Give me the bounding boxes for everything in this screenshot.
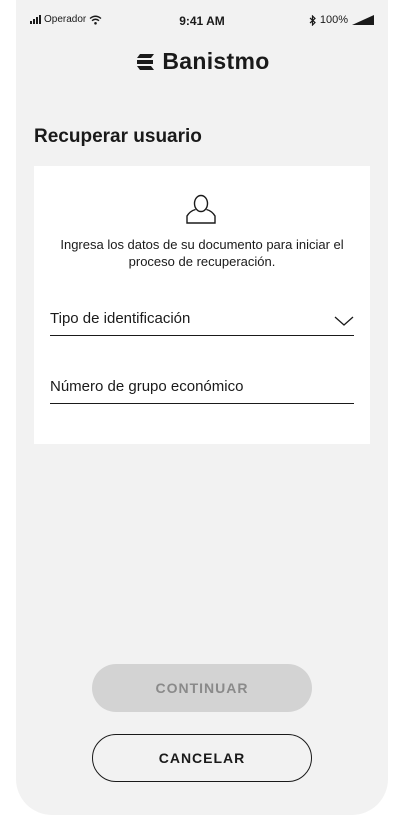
battery-icon bbox=[352, 15, 374, 25]
chevron-down-icon bbox=[334, 316, 354, 326]
page-title: Recuperar usuario bbox=[34, 126, 202, 147]
cancel-button[interactable]: CANCELAR bbox=[92, 734, 312, 782]
user-icon bbox=[186, 194, 216, 224]
bluetooth-icon bbox=[309, 14, 316, 26]
status-bar: Operador 9:41 AM 100% bbox=[16, 0, 388, 30]
battery-label: 100% bbox=[319, 14, 348, 26]
recovery-form-card: Ingresa los datos de su documento para i… bbox=[34, 166, 370, 444]
brand-name: Banistmo bbox=[162, 48, 270, 74]
id-type-label: Tipo de identificación bbox=[50, 310, 191, 327]
status-right: 100% bbox=[309, 14, 374, 26]
brand-logo: Banistmo bbox=[16, 48, 388, 75]
id-type-select[interactable]: Tipo de identificación bbox=[50, 306, 354, 336]
continue-button[interactable]: CONTINUAR bbox=[92, 664, 312, 712]
banistmo-logo-icon bbox=[137, 53, 155, 70]
instructions-text: Ingresa los datos de su documento para i… bbox=[60, 237, 344, 269]
group-number-field[interactable]: Número de grupo económico bbox=[50, 374, 354, 404]
group-number-label: Número de grupo económico bbox=[50, 378, 244, 395]
phone-screen: Operador 9:41 AM 100% Banistmo Recuperar… bbox=[16, 0, 388, 815]
